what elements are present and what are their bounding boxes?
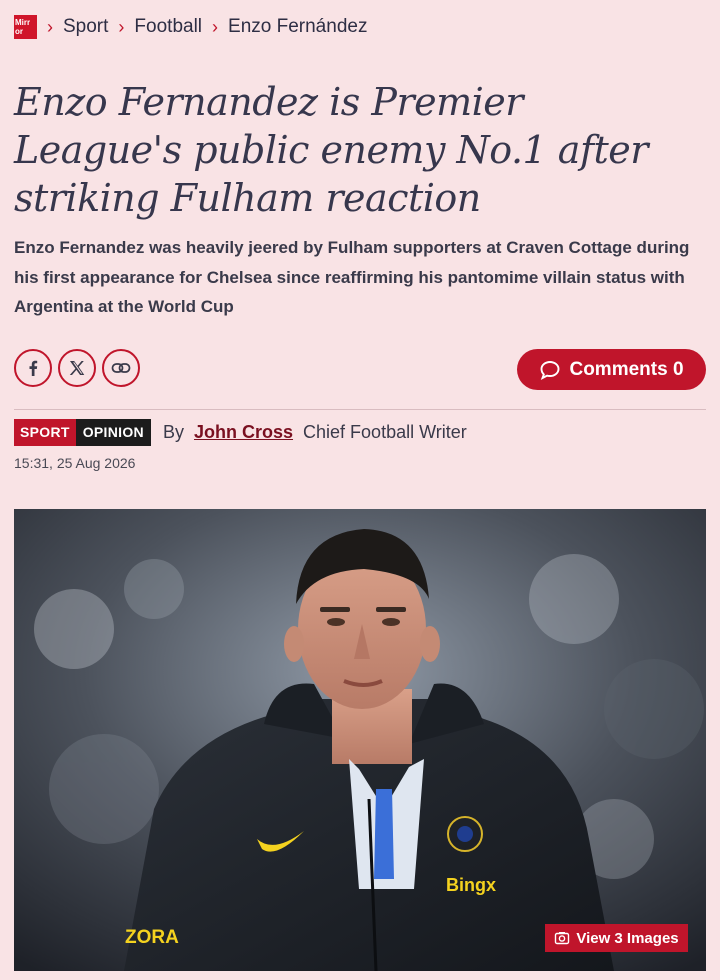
copy-link-button[interactable] [102,349,140,387]
byline-text: By John Cross Chief Football Writer [163,422,467,443]
article-headline: Enzo Fernandez is Premier League's publi… [14,80,648,220]
by-label: By [162,422,184,442]
breadcrumb-sport[interactable]: Sport [63,16,108,38]
logo-text-top: Mirr [15,18,31,27]
author-link[interactable]: John Cross [194,422,293,442]
author-role: Chief Football Writer [303,422,467,442]
x-icon [69,361,85,375]
tag-sport[interactable]: SPORT [14,419,76,446]
player-photo [14,509,706,971]
facebook-icon [29,360,38,376]
logo-text-bottom: or [15,27,23,36]
x-share-button[interactable] [58,349,96,387]
link-icon [111,363,131,373]
mirror-logo[interactable]: Mirr or [14,15,37,39]
comments-label: Comments 0 [569,358,684,380]
chevron-right-icon: › [212,16,219,37]
speech-bubble-icon [541,360,560,380]
comments-button[interactable]: Comments 0 [517,349,706,390]
chevron-right-icon: › [47,16,53,37]
breadcrumb: Mirr or › Sport › Football › Enzo Fernán… [14,12,367,42]
breadcrumb-enzo-fernandez[interactable]: Enzo Fernández [228,16,367,38]
divider [14,409,706,410]
byline: SPORT OPINION By John Cross Chief Footba… [14,419,467,446]
facebook-share-button[interactable] [14,349,52,387]
sleeve-text: ZORA [125,927,179,948]
article-standfirst: Enzo Fernandez was heavily jeered by Ful… [14,238,690,316]
view-images-label: View 3 Images [576,929,679,947]
hero-image[interactable]: Bingx ZORA [14,509,706,971]
chevron-right-icon: › [118,16,125,37]
breadcrumb-football[interactable]: Football [134,16,202,38]
tag-opinion[interactable]: OPINION [75,419,151,446]
publish-timestamp: 15:31, 25 Aug 2026 [14,455,136,471]
share-bar [14,349,140,387]
view-images-button[interactable]: View 3 Images [545,924,688,952]
shirt-sponsor: Bingx [446,875,497,895]
camera-icon [555,932,570,945]
